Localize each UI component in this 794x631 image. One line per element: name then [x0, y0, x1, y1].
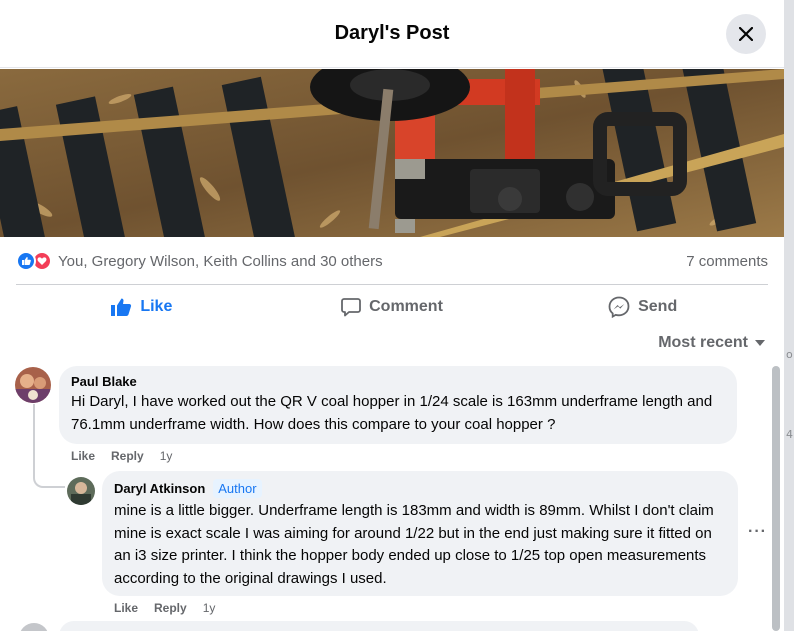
dialog-title: Daryl's Post: [334, 22, 450, 44]
comment-meta: Like Reply 1y: [114, 601, 215, 615]
post-photo[interactable]: [0, 69, 784, 237]
avatar[interactable]: [15, 367, 51, 403]
sort-dropdown[interactable]: Most recent: [658, 334, 766, 352]
close-icon: [739, 27, 753, 41]
like-button[interactable]: Like: [16, 287, 267, 327]
post-dialog: Daryl's Post You, Gregory Wilson, Keith …: [0, 0, 784, 631]
close-button[interactable]: [726, 14, 766, 54]
comment-timestamp[interactable]: 1y: [160, 449, 173, 463]
reactions-row: You, Gregory Wilson, Keith Collins and 3…: [16, 245, 768, 277]
reactors-text[interactable]: You, Gregory Wilson, Keith Collins and 3…: [58, 253, 383, 270]
dialog-header: Daryl's Post: [0, 0, 784, 68]
background-page-strip: o 4: [784, 0, 794, 631]
background-glyph: 4: [786, 428, 793, 441]
scrollbar-thumb[interactable]: [772, 366, 780, 631]
comment-meta: Like Reply 1y: [71, 449, 172, 463]
post-actions: Like Comment Send: [16, 287, 768, 327]
comment-count[interactable]: 7 comments: [686, 253, 768, 270]
comment-like-link[interactable]: Like: [71, 449, 95, 463]
comment-timestamp[interactable]: 1y: [203, 601, 216, 615]
comment-bubble: Paul Blake Hi Daryl, I have worked out t…: [59, 366, 737, 444]
messenger-icon: [608, 296, 630, 318]
comment-text: Hi Daryl, I have worked out the QR V coa…: [71, 393, 713, 433]
sort-label: Most recent: [658, 334, 748, 351]
avatar[interactable]: [19, 623, 49, 631]
thumbs-up-icon: [111, 298, 132, 316]
comment-text: mine is a little bigger. Underframe leng…: [114, 502, 714, 587]
author-badge: Author: [213, 479, 262, 498]
divider: [16, 284, 768, 285]
like-label: Like: [140, 298, 173, 315]
comment-button[interactable]: Comment: [267, 287, 518, 327]
comment-like-link[interactable]: Like: [114, 601, 138, 615]
send-label: Send: [638, 298, 678, 315]
more-options-button[interactable]: ···: [748, 523, 767, 541]
train-model-photo: [0, 69, 784, 237]
caret-down-icon: [755, 340, 765, 346]
background-glyph: o: [786, 348, 793, 361]
like-icon: [16, 251, 36, 271]
comment-reply-link[interactable]: Reply: [154, 601, 187, 615]
comment-bubble: [59, 621, 699, 631]
reaction-icons: [16, 251, 52, 271]
reply-bubble: Daryl Atkinson Author mine is a little b…: [102, 471, 738, 596]
comment-icon: [341, 298, 362, 317]
comment-label: Comment: [369, 298, 443, 315]
comment-author[interactable]: Daryl Atkinson Author: [114, 479, 726, 498]
comment-reply-link[interactable]: Reply: [111, 449, 144, 463]
send-button[interactable]: Send: [517, 287, 768, 327]
reaction-summary[interactable]: You, Gregory Wilson, Keith Collins and 3…: [16, 251, 383, 271]
scrollbar[interactable]: [770, 360, 782, 631]
avatar[interactable]: [67, 477, 95, 505]
comment-author[interactable]: Paul Blake: [71, 374, 725, 389]
